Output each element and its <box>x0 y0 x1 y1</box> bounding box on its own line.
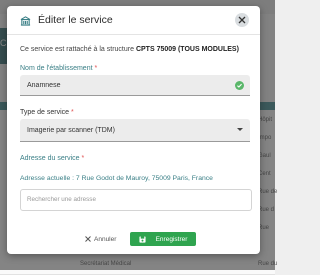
type-label-text: Type de service <box>20 109 70 116</box>
close-icon <box>85 236 91 242</box>
adresse-label: Adresse du service * <box>20 155 84 162</box>
structure-name: CPTS 75009 (TOUS MODULES) <box>135 46 239 53</box>
current-address: Adresse actuelle : 7 Rue Godot de Mauroy… <box>20 175 213 182</box>
etablissement-input[interactable]: Anamnese <box>20 75 250 96</box>
etablissement-label: Nom de l'établissement * <box>20 65 97 72</box>
save-button[interactable]: Enregistrer <box>130 232 196 246</box>
caret-down-icon <box>237 128 243 131</box>
type-value: Imagerie par scanner (TDM) <box>27 127 115 134</box>
type-label: Type de service * <box>20 109 74 116</box>
address-search-input[interactable]: Rechercher une adresse <box>20 189 252 211</box>
type-select[interactable]: Imagerie par scanner (TDM) <box>20 119 250 142</box>
cancel-button[interactable]: Annuler <box>85 233 116 245</box>
cancel-label: Annuler <box>94 235 117 243</box>
structure-info-prefix: Ce service est rattaché à la structure <box>20 46 134 53</box>
close-button[interactable] <box>235 13 249 27</box>
close-icon <box>238 16 246 24</box>
dialog-title: Éditer le service <box>38 14 113 26</box>
address-search-placeholder: Rechercher une adresse <box>27 196 96 203</box>
required-marker: * <box>81 155 85 162</box>
floppy-disk-icon <box>139 235 146 243</box>
check-circle-icon <box>235 81 244 90</box>
etablissement-label-text: Nom de l'établissement <box>20 65 93 72</box>
dialog-header: Éditer le service <box>7 6 260 35</box>
building-icon <box>20 16 31 26</box>
required-marker: * <box>94 65 98 72</box>
required-marker: * <box>70 109 74 116</box>
edit-service-dialog: Éditer le service Ce service est rattach… <box>7 6 260 254</box>
adresse-label-text: Adresse du service <box>20 155 80 162</box>
etablissement-value: Anamnese <box>27 82 61 89</box>
save-label: Enregistrer <box>155 235 188 243</box>
structure-info: Ce service est rattaché à la structure C… <box>20 46 239 53</box>
